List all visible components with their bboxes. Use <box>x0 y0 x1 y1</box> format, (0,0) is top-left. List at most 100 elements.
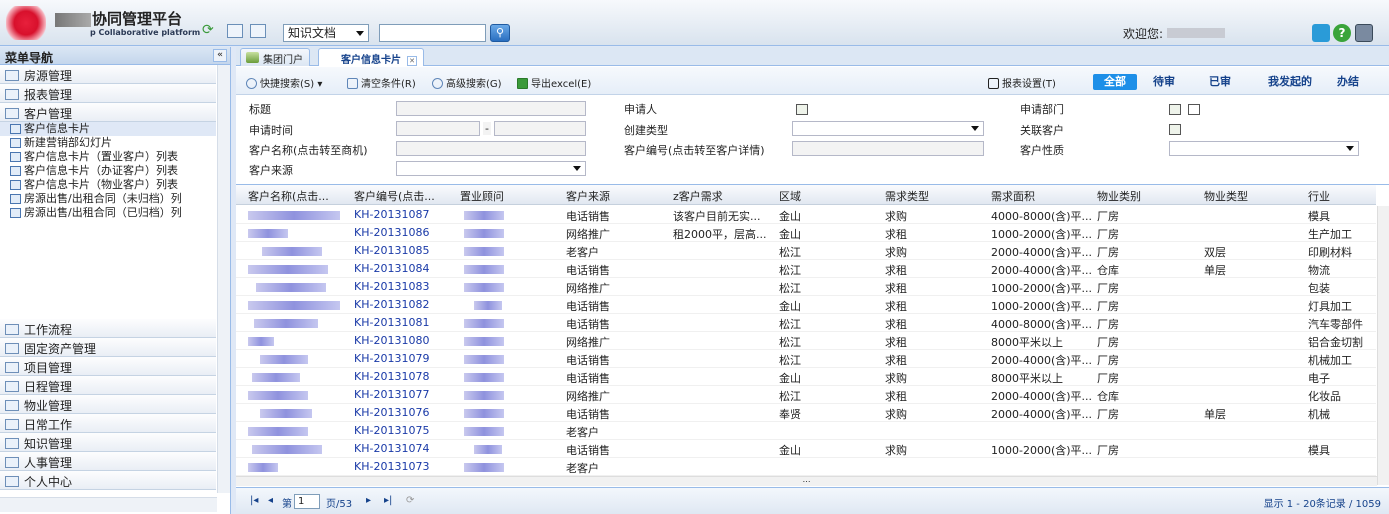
grid-vscrollbar[interactable] <box>1377 206 1389 485</box>
customer-name-redacted[interactable] <box>248 337 274 346</box>
sidebar-item-contract-open[interactable]: 房源出售/出租合同（未归档）列 <box>0 192 216 206</box>
cell-code[interactable]: KH-20131073 <box>354 460 429 473</box>
cell-code[interactable]: KH-20131074 <box>354 442 429 455</box>
table-row[interactable]: KH-20131073 老客户 <box>236 458 1376 476</box>
col-advisor[interactable]: 置业顾问 <box>460 188 504 204</box>
col-category[interactable]: 物业类别 <box>1097 188 1141 204</box>
sidebar-section-asset[interactable]: 固定资产管理 <box>0 338 216 357</box>
sidebar-scrollbar[interactable] <box>217 65 230 493</box>
table-row[interactable]: KH-20131079 电话销售 松江 求租 2000-4000(含)平... 厂房 机械加… <box>236 350 1376 368</box>
table-row[interactable]: KH-20131086 网络推广 租2000平，层高... 金山 求租 1000-2000… <box>236 224 1376 242</box>
shirt-icon[interactable] <box>1312 24 1330 42</box>
col-property-type[interactable]: 物业类型 <box>1204 188 1248 204</box>
table-row[interactable]: KH-20131077 网络推广 松江 求租 2000-4000(含)平... 仓库 化妆品 <box>236 386 1376 404</box>
search-button[interactable]: ⚲ <box>490 24 510 42</box>
customer-name-field[interactable] <box>396 141 586 156</box>
customer-name-redacted[interactable] <box>252 373 300 382</box>
table-row[interactable]: KH-20131076 电话销售 奉贤 求购 2000-4000(含)平... 厂房 单层 机… <box>236 404 1376 422</box>
cell-code[interactable]: KH-20131086 <box>354 226 429 239</box>
prev-page-icon[interactable]: ◂ <box>268 495 273 506</box>
title-field[interactable] <box>396 101 586 116</box>
sidebar-item-slides[interactable]: 新建营销部幻灯片 <box>0 136 216 150</box>
cell-code[interactable]: KH-20131081 <box>354 316 429 329</box>
filter-pending[interactable]: 待审 <box>1146 74 1182 90</box>
dept-checkbox-icon[interactable] <box>1188 104 1200 115</box>
sidebar-section-calendar[interactable]: 日程管理 <box>0 376 216 395</box>
customer-nature-select[interactable] <box>1169 141 1359 156</box>
grid-hscrollbar[interactable]: ⋯ <box>236 476 1377 486</box>
sidebar-section-daily[interactable]: 日常工作 <box>0 414 216 433</box>
cell-code[interactable]: KH-20131083 <box>354 280 429 293</box>
cell-code[interactable]: KH-20131085 <box>354 244 429 257</box>
sidebar-section-hr[interactable]: 人事管理 <box>0 452 216 471</box>
cell-code[interactable]: KH-20131077 <box>354 388 429 401</box>
table-row[interactable]: KH-20131084 电话销售 松江 求租 2000-4000(含)平... 仓库 单层 物… <box>236 260 1376 278</box>
col-customer-name[interactable]: 客户名称(点击... <box>248 188 329 204</box>
refresh-icon[interactable]: ⟳ <box>202 23 218 38</box>
user-picker-icon[interactable] <box>796 104 808 115</box>
cell-code[interactable]: KH-20131078 <box>354 370 429 383</box>
cell-code[interactable]: KH-20131080 <box>354 334 429 347</box>
window-icon[interactable] <box>227 24 243 38</box>
customer-name-redacted[interactable] <box>260 355 308 364</box>
clear-button[interactable]: 清空条件(R) <box>347 75 416 90</box>
tab-customer-card[interactable]: 客户信息卡片 ✕ <box>318 48 424 66</box>
table-row[interactable]: KH-20131083 网络推广 松江 求租 1000-2000(含)平... 厂房 包装 <box>236 278 1376 296</box>
export-excel-button[interactable]: 导出excel(E) <box>517 75 591 90</box>
apply-time-end[interactable] <box>494 121 586 136</box>
sidebar-section-project[interactable]: 项目管理 <box>0 357 216 376</box>
col-area[interactable]: 区域 <box>779 188 801 204</box>
table-row[interactable]: KH-20131075 老客户 <box>236 422 1376 440</box>
table-row[interactable]: KH-20131080 网络推广 松江 求租 8000平米以上 厂房 铝合金切割 <box>236 332 1376 350</box>
sidebar-section-personal[interactable]: 个人中心 <box>0 471 216 490</box>
filter-closed[interactable]: 办结 <box>1330 74 1366 90</box>
customer-name-redacted[interactable] <box>252 445 322 454</box>
sidebar-item-card-cert[interactable]: 客户信息卡片（办证客户）列表 <box>0 164 216 178</box>
page-input[interactable]: 1 <box>294 494 320 509</box>
tab-portal[interactable]: 集团门户 <box>240 48 310 66</box>
table-row[interactable]: KH-20131074 电话销售 金山 求购 1000-2000(含)平... 厂房 模具 <box>236 440 1376 458</box>
col-source[interactable]: 客户来源 <box>566 188 610 204</box>
refresh-icon[interactable]: ⟳ <box>406 495 414 506</box>
sidebar-section-house[interactable]: 房源管理 <box>0 65 216 84</box>
col-industry[interactable]: 行业 <box>1308 188 1330 204</box>
cell-code[interactable]: KH-20131082 <box>354 298 429 311</box>
customer-name-redacted[interactable] <box>248 265 328 274</box>
create-type-select[interactable] <box>792 121 984 136</box>
customer-name-redacted[interactable] <box>248 211 340 220</box>
customer-name-redacted[interactable] <box>248 229 288 238</box>
cell-code[interactable]: KH-20131087 <box>354 208 429 221</box>
sidebar-hscrollbar[interactable] <box>0 497 217 512</box>
filter-mine[interactable]: 我发起的 <box>1264 74 1316 90</box>
sidebar-section-property[interactable]: 物业管理 <box>0 395 216 414</box>
last-page-icon[interactable]: ▸| <box>384 495 392 506</box>
customer-name-redacted[interactable] <box>248 391 308 400</box>
customer-source-select[interactable] <box>396 161 586 176</box>
collapse-icon[interactable]: « <box>213 49 227 62</box>
col-demand[interactable]: z客户需求 <box>673 188 723 204</box>
customer-picker-icon[interactable] <box>1169 124 1181 135</box>
report-settings-button[interactable]: 报表设置(T) <box>988 75 1056 90</box>
sidebar-section-knowledge[interactable]: 知识管理 <box>0 433 216 452</box>
sidebar-item-card-buy[interactable]: 客户信息卡片（置业客户）列表 <box>0 150 216 164</box>
next-page-icon[interactable]: ▸ <box>366 495 371 506</box>
filter-all[interactable]: 全部 <box>1093 74 1137 90</box>
search-input[interactable] <box>379 24 486 42</box>
customer-code-field[interactable] <box>792 141 984 156</box>
sidebar-item-card-property[interactable]: 客户信息卡片（物业客户）列表 <box>0 178 216 192</box>
sidebar-section-report[interactable]: 报表管理 <box>0 84 216 103</box>
search-category-select[interactable]: 知识文档 <box>283 24 369 42</box>
table-row[interactable]: KH-20131078 电话销售 金山 求购 8000平米以上 厂房 电子 <box>236 368 1376 386</box>
sidebar-section-workflow[interactable]: 工作流程 <box>0 319 216 338</box>
col-size[interactable]: 需求面积 <box>991 188 1035 204</box>
col-demand-type[interactable]: 需求类型 <box>885 188 929 204</box>
customer-name-redacted[interactable] <box>260 409 312 418</box>
customer-name-redacted[interactable] <box>248 463 278 472</box>
cell-code[interactable]: KH-20131079 <box>354 352 429 365</box>
sidebar-section-customer[interactable]: 客户管理 <box>0 103 216 122</box>
cell-code[interactable]: KH-20131084 <box>354 262 429 275</box>
customer-name-redacted[interactable] <box>256 283 326 292</box>
advanced-search-button[interactable]: 高级搜索(G) <box>432 75 502 90</box>
table-row[interactable]: KH-20131082 电话销售 金山 求租 1000-2000(含)平... 厂房 灯具加… <box>236 296 1376 314</box>
help-icon[interactable]: ? <box>1333 24 1351 42</box>
